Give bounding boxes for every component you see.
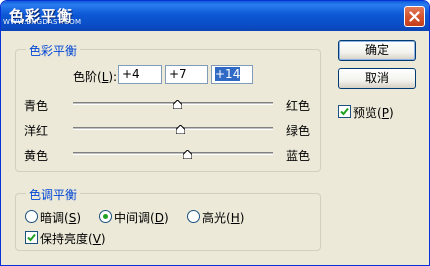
close-icon: [409, 11, 420, 22]
preview-checkbox[interactable]: [338, 105, 351, 118]
radio-highlights[interactable]: [187, 210, 200, 223]
checkmark-icon: [340, 107, 349, 116]
slider-thumb-magenta-green[interactable]: [175, 125, 185, 134]
preserve-luminosity-label[interactable]: 保持亮度(V): [40, 230, 106, 247]
slider-thumb-yellow-blue[interactable]: [182, 150, 192, 159]
color-balance-dialog: 色彩平衡 WWW.ENGDAST.COM 色彩平衡 色阶(L): +4 +7 +…: [0, 0, 430, 266]
level-input-yellow-blue[interactable]: +14: [211, 65, 253, 84]
radio-midtones-label[interactable]: 中间调(D): [114, 209, 169, 226]
slider-label-yellow: 黄色: [24, 149, 49, 163]
checkmark-icon: [27, 233, 36, 242]
watermark: WWW.ENGDAST.COM: [3, 18, 82, 26]
slider-label-green: 绿色: [286, 124, 311, 138]
cancel-button[interactable]: 取消: [338, 68, 416, 89]
slider-track-yellow-blue[interactable]: [73, 152, 273, 155]
tone-balance-group-title: 色调平衡: [26, 186, 81, 203]
preserve-luminosity-checkbox[interactable]: [25, 231, 38, 244]
slider-label-red: 红色: [286, 99, 311, 113]
slider-thumb-cyan-red[interactable]: [172, 100, 182, 109]
radio-shadows[interactable]: [25, 210, 38, 223]
slider-label-blue: 蓝色: [286, 149, 311, 163]
slider-label-cyan: 青色: [24, 99, 49, 113]
close-button[interactable]: [404, 6, 425, 27]
slider-track-magenta-green[interactable]: [73, 127, 273, 130]
preview-label[interactable]: 预览(P): [353, 104, 394, 121]
ok-button[interactable]: 确定: [338, 40, 416, 61]
level-input-magenta-green[interactable]: +7: [165, 65, 208, 84]
radio-midtones[interactable]: [99, 210, 112, 223]
levels-label: 色阶(L):: [73, 70, 118, 84]
radio-shadows-label[interactable]: 暗调(S): [40, 209, 81, 226]
radio-highlights-label[interactable]: 高光(H): [202, 209, 244, 226]
slider-label-magenta: 洋红: [24, 124, 49, 138]
color-balance-group-title: 色彩平衡: [26, 42, 81, 59]
title-bar[interactable]: 色彩平衡 WWW.ENGDAST.COM: [1, 1, 429, 31]
level-input-cyan-red[interactable]: +4: [118, 65, 162, 84]
